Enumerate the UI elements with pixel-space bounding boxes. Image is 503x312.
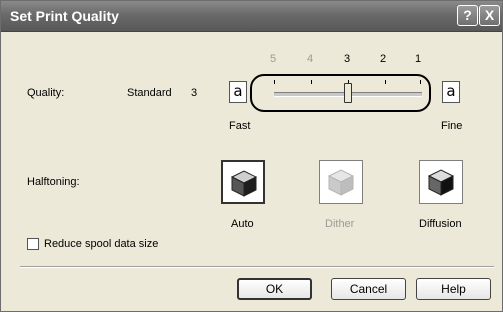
slider-tick-mark bbox=[420, 80, 421, 84]
quality-tick-5: 5 bbox=[270, 53, 277, 65]
diffusion-halftone-button[interactable] bbox=[419, 160, 463, 204]
slider-tick-mark bbox=[274, 80, 275, 84]
diffusion-label: Diffusion bbox=[419, 218, 462, 230]
slider-thumb[interactable] bbox=[344, 83, 352, 103]
window-title: Set Print Quality bbox=[10, 8, 119, 24]
reduce-spool-checkbox[interactable] bbox=[27, 238, 39, 250]
halftoning-label: Halftoning: bbox=[27, 176, 80, 188]
quality-tick-3: 3 bbox=[344, 53, 351, 65]
quality-slider[interactable] bbox=[250, 74, 431, 112]
help-icon: ? bbox=[463, 7, 472, 23]
divider bbox=[20, 266, 494, 268]
auto-halftone-icon bbox=[230, 170, 258, 197]
quality-tick-4: 4 bbox=[307, 53, 314, 65]
dither-halftone-icon bbox=[327, 169, 355, 196]
quality-label: Quality: bbox=[27, 87, 65, 99]
dither-label: Dither bbox=[325, 218, 355, 230]
ok-button[interactable]: OK bbox=[237, 278, 312, 300]
auto-label: Auto bbox=[231, 218, 254, 230]
fine-label: Fine bbox=[441, 120, 463, 132]
close-icon: X bbox=[484, 7, 495, 23]
quality-tick-1: 1 bbox=[415, 53, 422, 65]
fast-quality-icon: a bbox=[229, 81, 247, 103]
close-title-button[interactable]: X bbox=[479, 5, 500, 26]
quality-value-number: 3 bbox=[191, 87, 198, 99]
quality-tick-2: 2 bbox=[380, 53, 387, 65]
slider-tick-mark bbox=[311, 80, 312, 84]
slider-tick-mark bbox=[385, 80, 386, 84]
cancel-button[interactable]: Cancel bbox=[331, 278, 406, 300]
title-bar: Set Print Quality ? X bbox=[1, 1, 502, 32]
fine-quality-icon: a bbox=[442, 81, 460, 103]
diffusion-halftone-icon bbox=[427, 169, 455, 196]
reduce-spool-label[interactable]: Reduce spool data size bbox=[44, 238, 158, 250]
set-print-quality-dialog: Set Print Quality ? X 5 4 3 2 1 Quality:… bbox=[0, 0, 503, 312]
fast-label: Fast bbox=[229, 120, 251, 132]
help-button[interactable]: Help bbox=[416, 278, 491, 300]
dither-halftone-button[interactable] bbox=[319, 160, 363, 204]
auto-halftone-button[interactable] bbox=[221, 160, 265, 204]
help-title-button[interactable]: ? bbox=[457, 5, 478, 26]
quality-value-text: Standard bbox=[127, 87, 172, 99]
